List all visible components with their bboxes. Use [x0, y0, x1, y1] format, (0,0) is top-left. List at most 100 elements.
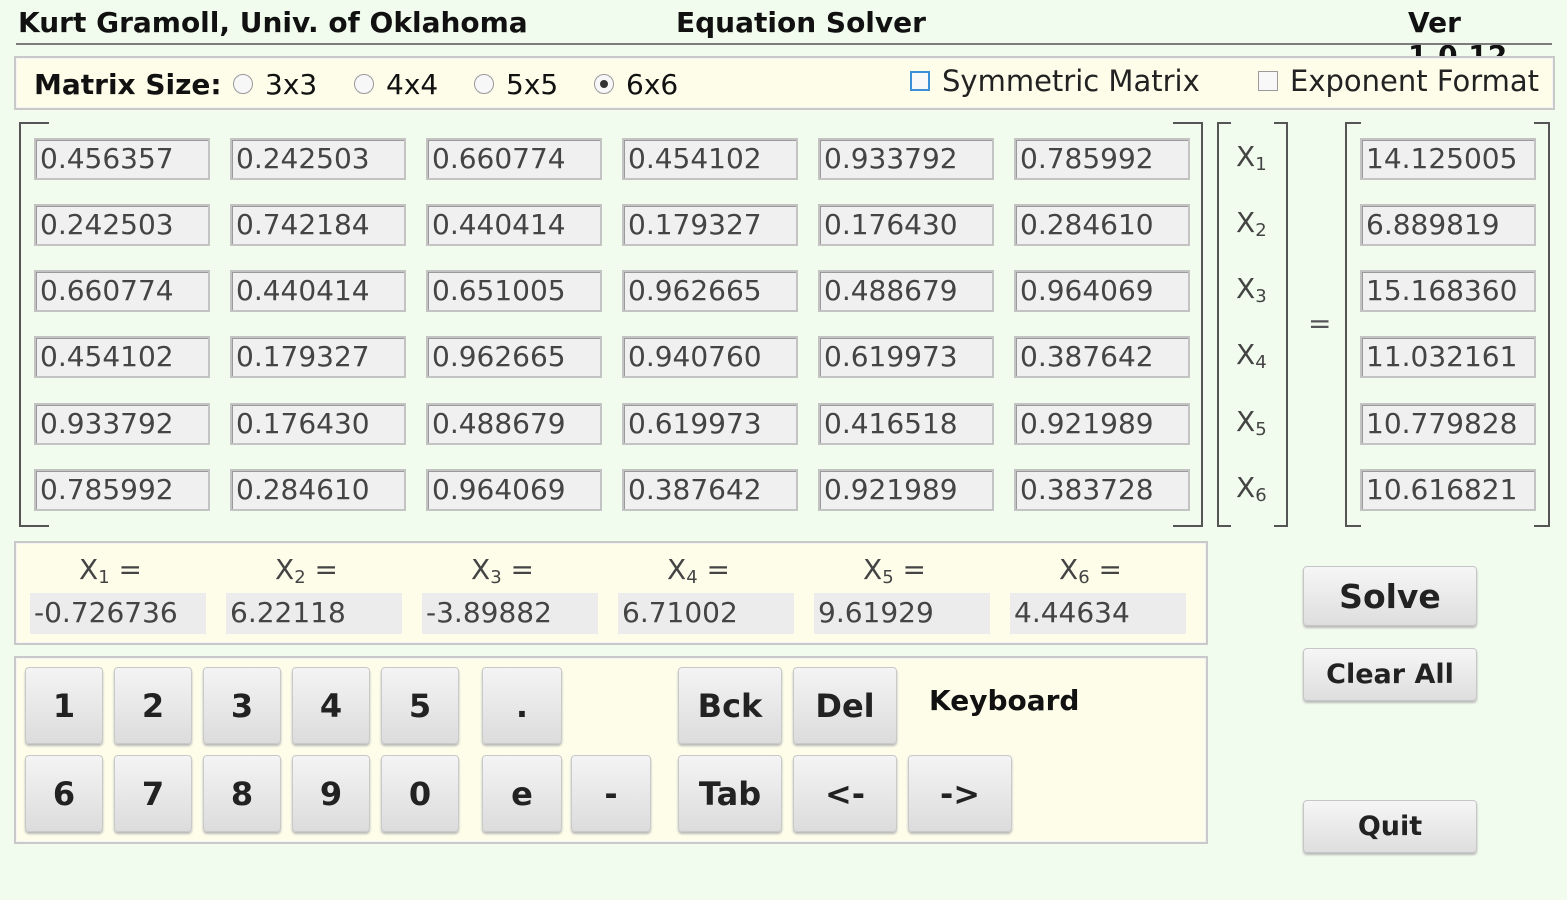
rhs-cell-5[interactable]: 10.779828: [1360, 403, 1536, 445]
solution-label-x1: X1 =: [79, 553, 143, 588]
symmetric-matrix-checkbox[interactable]: Symmetric Matrix: [910, 62, 1200, 100]
radio-button-icon[interactable]: [474, 74, 494, 94]
radio-button-icon[interactable]: [354, 74, 374, 94]
matrix-cell-r3c3[interactable]: 0.651005: [426, 270, 602, 312]
matrix-cell-r6c3[interactable]: 0.964069: [426, 469, 602, 511]
unknown-label-x1: X1: [1236, 140, 1267, 175]
matrix-cell-r6c4[interactable]: 0.387642: [622, 469, 798, 511]
key-1[interactable]: 1: [25, 667, 103, 744]
matrix-cell-r5c3[interactable]: 0.488679: [426, 403, 602, 445]
matrix-cell-r6c5[interactable]: 0.921989: [818, 469, 994, 511]
unknown-label-x4: X4: [1236, 338, 1267, 373]
key-minus[interactable]: -: [571, 755, 651, 832]
key-8[interactable]: 8: [203, 755, 281, 832]
unknown-label-x6: X6: [1236, 471, 1267, 506]
matrix-cell-r2c4[interactable]: 0.179327: [622, 204, 798, 246]
radio-6x6[interactable]: 6x6: [594, 66, 678, 102]
quit-button[interactable]: Quit: [1303, 800, 1477, 853]
matrix-cell-r3c6[interactable]: 0.964069: [1014, 270, 1190, 312]
solution-value-x3: -3.89882: [422, 593, 598, 634]
matrix-cell-r4c5[interactable]: 0.619973: [818, 336, 994, 378]
radio-4x4[interactable]: 4x4: [354, 66, 438, 102]
matrix-cell-r2c5[interactable]: 0.176430: [818, 204, 994, 246]
matrix-cell-r4c4[interactable]: 0.940760: [622, 336, 798, 378]
checkbox-label: Symmetric Matrix: [942, 64, 1200, 98]
key-6[interactable]: 6: [25, 755, 103, 832]
matrix-cell-r5c1[interactable]: 0.933792: [34, 403, 210, 445]
solution-label-x4: X4 =: [667, 553, 731, 588]
solution-label-x2: X2 =: [275, 553, 339, 588]
matrix-cell-r1c5[interactable]: 0.933792: [818, 138, 994, 180]
checkbox-icon[interactable]: [1258, 71, 1278, 91]
key-5[interactable]: 5: [381, 667, 459, 744]
rhs-cell-1[interactable]: 14.125005: [1360, 138, 1536, 180]
matrix-cell-r6c6[interactable]: 0.383728: [1014, 469, 1190, 511]
solution-value-x1: -0.726736: [30, 593, 206, 634]
radio-button-icon[interactable]: [233, 74, 253, 94]
rhs-left-bracket: [1345, 122, 1361, 527]
equals-sign: =: [1308, 307, 1332, 340]
matrix-cell-r6c2[interactable]: 0.284610: [230, 469, 406, 511]
matrix-cell-r4c2[interactable]: 0.179327: [230, 336, 406, 378]
unknown-label-x3: X3: [1236, 272, 1267, 307]
matrix-cell-r5c5[interactable]: 0.416518: [818, 403, 994, 445]
solution-value-x4: 6.71002: [618, 593, 794, 634]
matrix-cell-r3c2[interactable]: 0.440414: [230, 270, 406, 312]
vector-right-bracket: [1274, 122, 1288, 527]
key-exponent[interactable]: e: [482, 755, 562, 832]
matrix-cell-r2c1[interactable]: 0.242503: [34, 204, 210, 246]
matrix-cell-r1c1[interactable]: 0.456357: [34, 138, 210, 180]
matrix-cell-r4c1[interactable]: 0.454102: [34, 336, 210, 378]
radio-button-selected-icon[interactable]: [594, 74, 614, 94]
key-9[interactable]: 9: [292, 755, 370, 832]
rhs-cell-2[interactable]: 6.889819: [1360, 204, 1536, 246]
solution-value-x2: 6.22118: [226, 593, 402, 634]
radio-3x3[interactable]: 3x3: [233, 66, 317, 102]
rhs-cell-6[interactable]: 10.616821: [1360, 469, 1536, 511]
matrix-cell-r4c6[interactable]: 0.387642: [1014, 336, 1190, 378]
matrix-cell-r3c1[interactable]: 0.660774: [34, 270, 210, 312]
rhs-cell-4[interactable]: 11.032161: [1360, 336, 1536, 378]
matrix-cell-r4c3[interactable]: 0.962665: [426, 336, 602, 378]
matrix-right-bracket: [1173, 122, 1203, 527]
matrix-cell-r2c3[interactable]: 0.440414: [426, 204, 602, 246]
key-4[interactable]: 4: [292, 667, 370, 744]
delete-button[interactable]: Del: [793, 667, 897, 744]
clear-all-button[interactable]: Clear All: [1303, 648, 1477, 701]
matrix-cell-r5c2[interactable]: 0.176430: [230, 403, 406, 445]
matrix-cell-r5c4[interactable]: 0.619973: [622, 403, 798, 445]
backspace-button[interactable]: Bck: [678, 667, 782, 744]
keyboard-label: Keyboard: [929, 684, 1080, 717]
unknown-label-x2: X2: [1236, 206, 1267, 241]
tab-button[interactable]: Tab: [678, 755, 782, 832]
matrix-left-bracket: [19, 122, 49, 527]
matrix-cell-r1c4[interactable]: 0.454102: [622, 138, 798, 180]
matrix-cell-r3c5[interactable]: 0.488679: [818, 270, 994, 312]
solution-value-x5: 9.61929: [814, 593, 990, 634]
checkbox-icon[interactable]: [910, 71, 930, 91]
matrix-cell-r2c6[interactable]: 0.284610: [1014, 204, 1190, 246]
matrix-cell-r1c2[interactable]: 0.242503: [230, 138, 406, 180]
matrix-cell-r2c2[interactable]: 0.742184: [230, 204, 406, 246]
solve-button[interactable]: Solve: [1303, 566, 1477, 626]
radio-label: 3x3: [265, 67, 318, 101]
matrix-size-label: Matrix Size:: [34, 68, 222, 101]
exponent-format-checkbox[interactable]: Exponent Format: [1258, 62, 1539, 100]
radio-5x5[interactable]: 5x5: [474, 66, 558, 102]
matrix-cell-r1c3[interactable]: 0.660774: [426, 138, 602, 180]
key-3[interactable]: 3: [203, 667, 281, 744]
cursor-right-button[interactable]: ->: [908, 755, 1012, 832]
key-0[interactable]: 0: [381, 755, 459, 832]
matrix-cell-r5c6[interactable]: 0.921989: [1014, 403, 1190, 445]
matrix-cell-r3c4[interactable]: 0.962665: [622, 270, 798, 312]
matrix-cell-r1c6[interactable]: 0.785992: [1014, 138, 1190, 180]
key-2[interactable]: 2: [114, 667, 192, 744]
matrix-cell-r6c1[interactable]: 0.785992: [34, 469, 210, 511]
cursor-left-button[interactable]: <-: [793, 755, 897, 832]
vector-left-bracket: [1217, 122, 1231, 527]
key-7[interactable]: 7: [114, 755, 192, 832]
solution-label-x6: X6 =: [1059, 553, 1123, 588]
radio-label: 4x4: [386, 67, 439, 101]
rhs-cell-3[interactable]: 15.168360: [1360, 270, 1536, 312]
key-decimal[interactable]: .: [482, 667, 562, 744]
